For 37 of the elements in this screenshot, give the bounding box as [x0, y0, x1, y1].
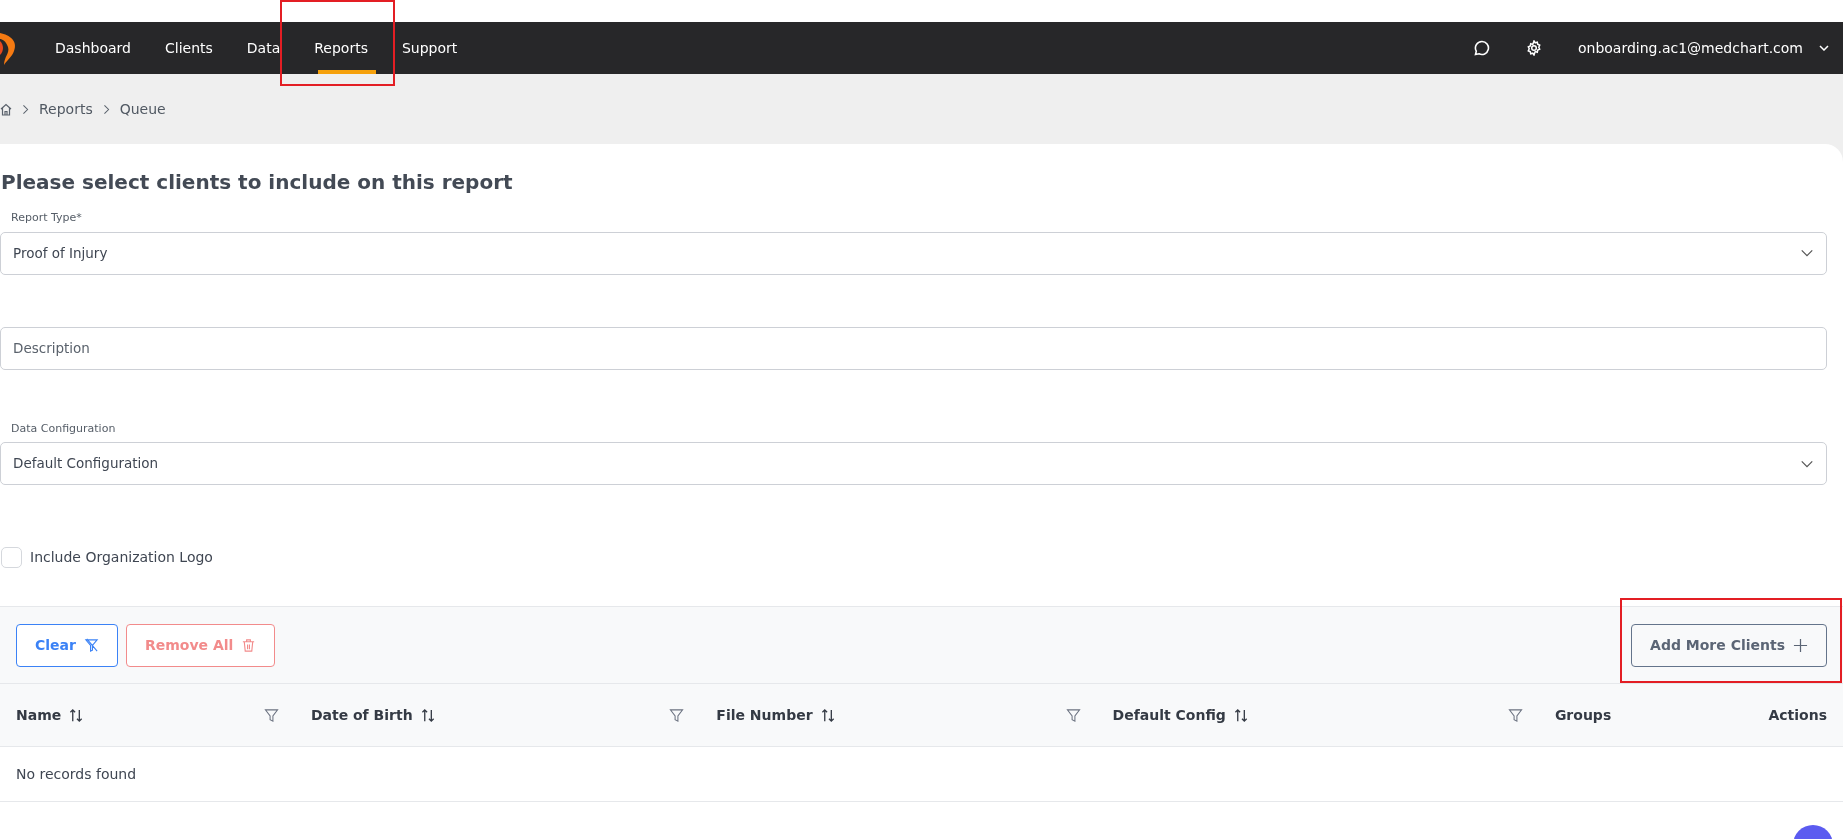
plus-icon — [1793, 637, 1808, 653]
nav-tab[interactable]: Dashboard — [38, 22, 148, 74]
clear-button[interactable]: Clear — [16, 623, 118, 667]
column-header[interactable]: Name — [16, 704, 62, 726]
trash-icon — [241, 637, 257, 653]
empty-message: No records found — [16, 765, 137, 782]
column-header[interactable]: File Number — [716, 704, 813, 726]
settings-icon[interactable] — [1525, 40, 1542, 56]
chat-icon[interactable] — [1473, 40, 1490, 56]
select-field[interactable]: Proof of Injury — [0, 231, 1827, 275]
chevron-down-icon — [1819, 45, 1829, 51]
breadcrumb-link[interactable]: Queue — [119, 98, 166, 120]
page-title: Please select clients to include on this report — [0, 169, 514, 194]
checkbox-label: Include Organization Logo — [30, 548, 213, 567]
add-button[interactable]: Add More Clients — [1631, 623, 1827, 667]
user-menu[interactable]: onboarding.ac1@medchart.com — [1577, 37, 1829, 59]
column-header[interactable]: Default Config — [1112, 704, 1226, 726]
checkbox[interactable] — [1, 547, 22, 568]
field-label: Report Type* — [10, 210, 83, 226]
filter-icon[interactable] — [669, 707, 685, 723]
column-header: Actions — [1768, 705, 1827, 725]
nav-tab[interactable]: Support — [384, 22, 475, 74]
field-label: Data Configuration — [10, 420, 117, 437]
home-icon[interactable] — [0, 102, 12, 116]
filter-off-icon — [83, 637, 99, 653]
nav-tab[interactable]: Reports — [297, 22, 385, 74]
column-header: Groups — [1554, 705, 1612, 725]
filter-icon[interactable] — [1065, 707, 1081, 723]
breadcrumb-link[interactable]: Reports — [39, 98, 93, 120]
select-field[interactable]: Default Configuration — [0, 442, 1827, 485]
nav-tab[interactable]: Clients — [147, 22, 230, 74]
chevron-right-icon — [20, 103, 31, 115]
text-field[interactable]: Description — [0, 326, 1827, 370]
nav-tab[interactable]: Data — [229, 22, 298, 74]
filter-icon[interactable] — [263, 707, 279, 723]
column-header[interactable]: Date of Birth — [310, 704, 413, 726]
filter-icon[interactable] — [1507, 707, 1523, 723]
